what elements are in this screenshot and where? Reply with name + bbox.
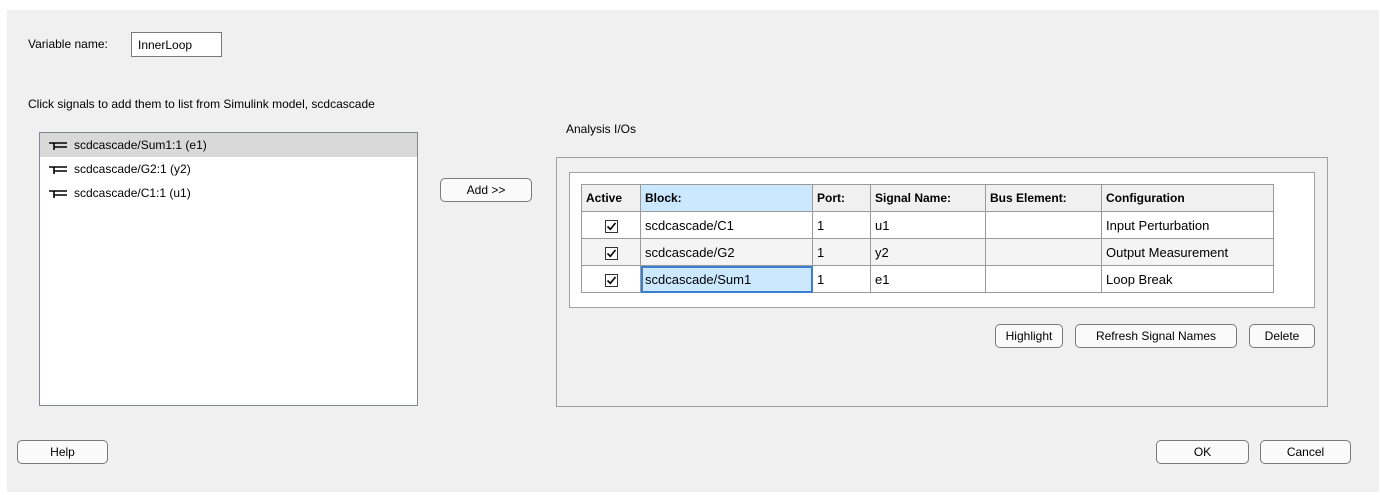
block-cell[interactable]: scdcascade/C1 <box>640 211 813 239</box>
active-checkbox[interactable] <box>604 246 618 260</box>
column-header-signal-name[interactable]: Signal Name: <box>870 184 986 212</box>
variable-name-label: Variable name: <box>28 37 108 51</box>
instructions-text: Click signals to add them to list from S… <box>28 97 375 111</box>
help-button[interactable]: Help <box>17 440 108 464</box>
active-cell <box>581 211 641 239</box>
active-checkbox[interactable] <box>604 219 618 233</box>
block-cell[interactable]: scdcascade/G2 <box>640 238 813 266</box>
refresh-signal-names-button[interactable]: Refresh Signal Names <box>1075 324 1237 348</box>
active-cell <box>581 265 641 293</box>
add-button[interactable]: Add >> <box>440 178 532 202</box>
column-header-active[interactable]: Active <box>581 184 641 212</box>
variable-name-field[interactable] <box>131 32 222 57</box>
port-cell[interactable]: 1 <box>812 238 871 266</box>
active-cell <box>581 238 641 266</box>
signal-list-item[interactable]: scdcascade/G2:1 (y2) <box>40 157 417 181</box>
checkmark-icon <box>606 222 616 231</box>
signal-list-item[interactable]: scdcascade/Sum1:1 (e1) <box>40 133 417 157</box>
signal-listbox[interactable]: scdcascade/Sum1:1 (e1) scdcascade/G2:1 (… <box>39 132 418 406</box>
configuration-cell[interactable]: Output Measurement <box>1101 238 1274 266</box>
analysis-ios-title: Analysis I/Os <box>566 122 637 136</box>
column-header-bus-element[interactable]: Bus Element: <box>985 184 1102 212</box>
checkmark-icon <box>606 249 616 258</box>
signal-list-item-label: scdcascade/G2:1 (y2) <box>74 162 191 176</box>
signal-name-cell[interactable]: e1 <box>870 265 986 293</box>
signal-list-item[interactable]: scdcascade/C1:1 (u1) <box>40 181 417 205</box>
analysis-ios-table: Active Block: Port: Signal Name: Bus Ele… <box>581 184 1274 293</box>
highlight-button[interactable]: Highlight <box>995 324 1063 348</box>
signal-list-item-label: scdcascade/Sum1:1 (e1) <box>74 138 207 152</box>
bus-element-cell[interactable] <box>985 211 1102 239</box>
block-cell-editing[interactable]: scdcascade/Sum1 <box>640 265 813 293</box>
table-row: scdcascade/Sum1 1 e1 Loop Break <box>581 265 1274 293</box>
signal-name-cell[interactable]: u1 <box>870 211 986 239</box>
table-header-row: Active Block: Port: Signal Name: Bus Ele… <box>581 184 1274 212</box>
port-cell[interactable]: 1 <box>812 211 871 239</box>
configuration-cell[interactable]: Loop Break <box>1101 265 1274 293</box>
active-checkbox[interactable] <box>604 273 618 287</box>
bus-element-cell[interactable] <box>985 265 1102 293</box>
signal-icon <box>49 166 67 174</box>
port-cell[interactable]: 1 <box>812 265 871 293</box>
bus-element-cell[interactable] <box>985 238 1102 266</box>
configuration-cell[interactable]: Input Perturbation <box>1101 211 1274 239</box>
column-header-port[interactable]: Port: <box>812 184 871 212</box>
column-header-block[interactable]: Block: <box>640 184 813 212</box>
column-header-configuration[interactable]: Configuration <box>1101 184 1274 212</box>
cancel-button[interactable]: Cancel <box>1260 440 1351 464</box>
analysis-table-container: Active Block: Port: Signal Name: Bus Ele… <box>569 172 1315 308</box>
signal-icon <box>49 142 67 150</box>
signal-list-item-label: scdcascade/C1:1 (u1) <box>74 186 191 200</box>
delete-button[interactable]: Delete <box>1249 324 1315 348</box>
checkmark-icon <box>606 276 616 285</box>
signal-name-cell[interactable]: y2 <box>870 238 986 266</box>
table-row: scdcascade/G2 1 y2 Output Measurement <box>581 238 1274 266</box>
signal-icon <box>49 190 67 198</box>
table-row: scdcascade/C1 1 u1 Input Perturbation <box>581 211 1274 239</box>
ok-button[interactable]: OK <box>1156 440 1249 464</box>
